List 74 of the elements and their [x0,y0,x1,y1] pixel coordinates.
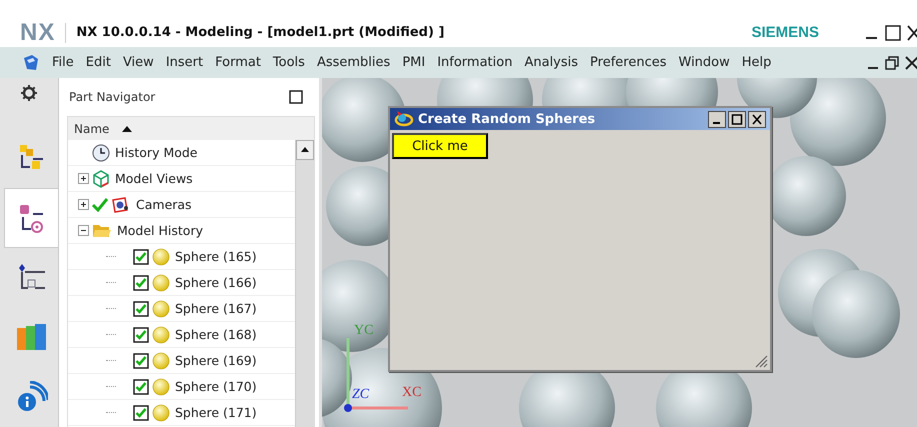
menu-item[interactable]: File [52,55,74,70]
app-logo: NX [20,18,56,46]
info-icon [16,381,48,414]
tree-item[interactable]: Sphere (169) [175,353,257,368]
menu-item[interactable]: Window [678,55,730,70]
app-icon [394,110,414,128]
minimize-button[interactable] [708,110,726,128]
tree-item[interactable]: Sphere (166) [175,275,257,290]
menu-item[interactable]: Edit [86,55,111,70]
sphere-icon [152,352,170,370]
side-tab[interactable] [4,188,58,248]
checkbox[interactable] [133,404,149,420]
menu-item[interactable]: View [122,55,154,70]
expand-icon[interactable] [78,173,89,184]
axis-label: YC [354,324,374,338]
tree-item[interactable]: Sphere (170) [175,379,257,394]
sort-up-icon[interactable] [121,124,134,132]
close-button[interactable] [748,110,766,128]
dialog-title: Create Random Spheres [418,112,596,126]
camera-icon [111,196,131,214]
brand-name: SIEMENS [751,24,819,41]
sphere-icon [152,404,170,422]
menu-item[interactable]: Assemblies [316,55,390,70]
menu-item[interactable]: Tools [272,55,305,70]
cube-views-icon [92,170,110,188]
settings-icon[interactable] [20,84,38,102]
sphere-icon [152,326,170,344]
scroll-up-button[interactable] [296,140,314,160]
sphere-icon [152,300,170,318]
tree-item[interactable]: Sphere (168) [175,327,257,342]
close-icon[interactable] [905,56,917,70]
menu-item[interactable]: Help [742,55,772,70]
checkbox[interactable] [133,378,149,394]
graphics-viewport[interactable]: Create Random Spheres Click me YC ZC XC [322,78,917,427]
tree-item[interactable]: History Mode [115,145,198,160]
tree-item[interactable]: Sphere (171) [175,405,257,420]
restore-icon[interactable] [885,56,899,70]
checkbox[interactable] [133,248,149,264]
click-me-button[interactable]: Click me [392,133,488,159]
resize-grip-icon[interactable] [754,354,768,368]
maximize-button[interactable] [728,110,746,128]
window-title: NX 10.0.0.14 - Modeling - [model1.prt (Modified) ] [76,25,446,40]
panel-title: Part Navigator [69,90,156,104]
checkbox[interactable] [133,352,149,368]
sphere-icon [152,248,170,266]
tree-item[interactable]: Cameras [136,197,192,212]
menu-item[interactable]: Preferences [590,55,666,70]
tree-item[interactable]: Sphere (165) [175,249,257,264]
axis-label: ZC [352,388,370,402]
tree-item[interactable]: Model Views [115,171,193,186]
menu-item[interactable]: Information [437,55,512,70]
app-icon[interactable] [22,54,40,72]
expand-icon[interactable] [78,199,89,210]
books-icon [14,322,48,352]
checkbox[interactable] [133,300,149,316]
check-icon[interactable] [92,198,108,212]
menu-item[interactable]: PMI [402,55,426,70]
tree-item[interactable]: Model History [117,223,203,238]
menu-item[interactable]: Insert [166,55,204,70]
column-header[interactable]: Name [74,122,110,136]
sphere-icon [152,378,170,396]
axis-label: XC [402,386,422,400]
sphere-icon [152,274,170,292]
close-icon[interactable] [907,24,917,40]
checkbox[interactable] [133,326,149,342]
checkbox[interactable] [133,274,149,290]
menu-item[interactable]: Format [215,55,261,70]
maximize-icon[interactable] [885,24,901,40]
menu-item[interactable]: Analysis [524,55,578,70]
tree-item[interactable]: Sphere (167) [175,301,257,316]
collapse-icon[interactable] [78,225,89,236]
folder-icon [92,222,112,238]
maximize-icon[interactable] [289,90,303,104]
clock-icon [92,144,110,162]
